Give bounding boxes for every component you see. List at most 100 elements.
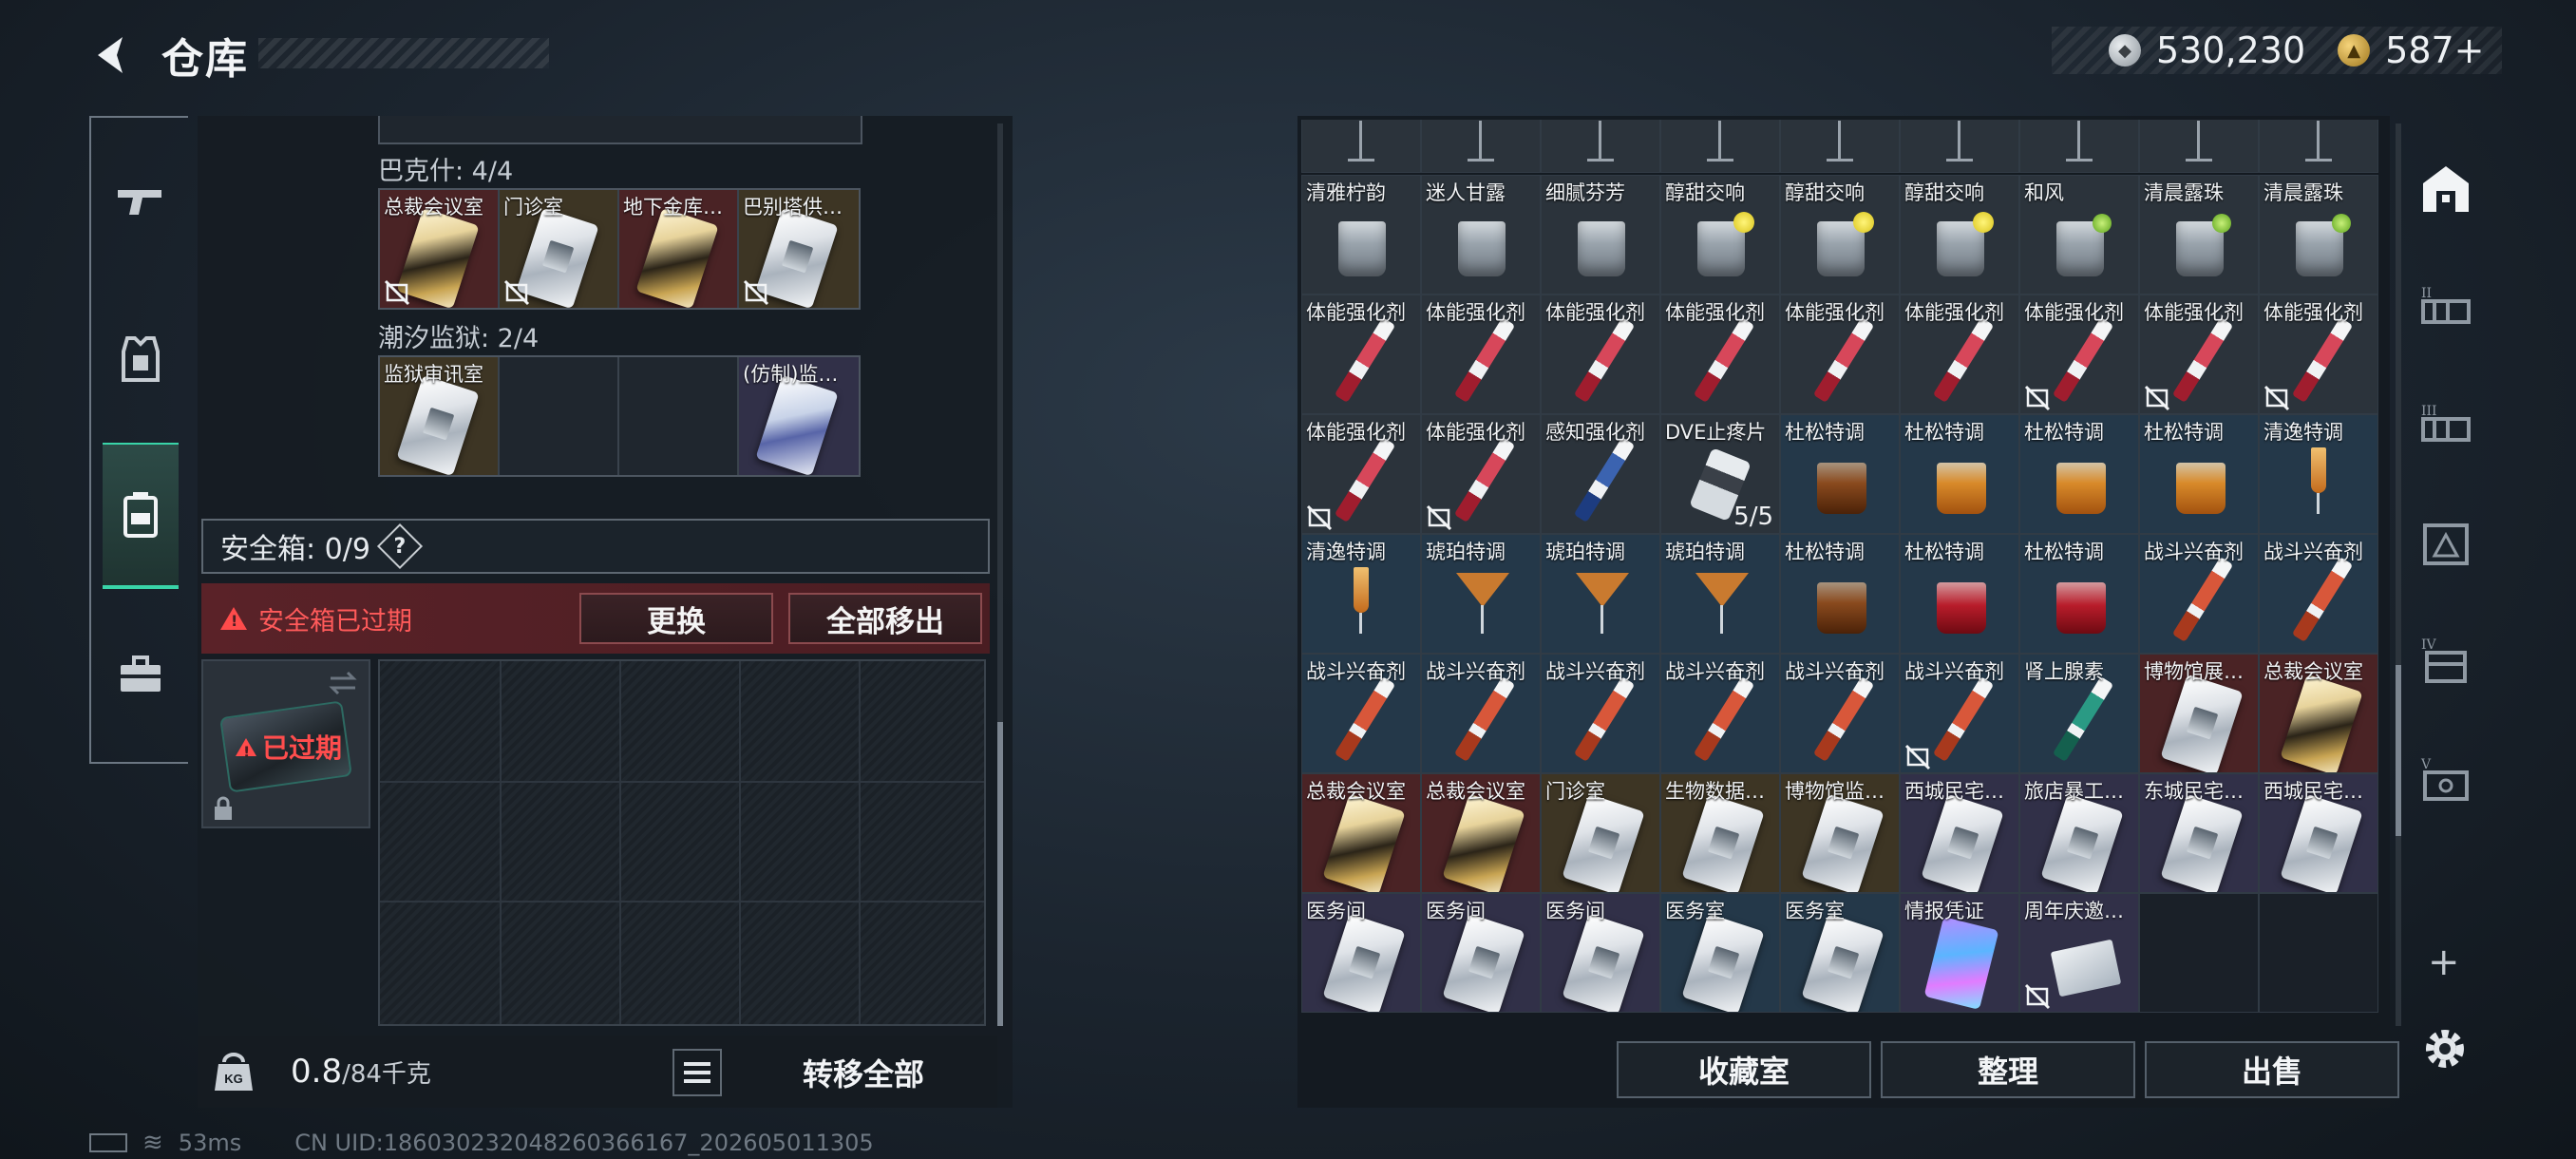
safe-case-slot[interactable]: 已过期 [201, 659, 370, 828]
inventory-item[interactable]: 西城民宅… [2259, 773, 2378, 893]
inventory-item-partial[interactable] [1301, 120, 1421, 173]
inventory-item[interactable]: 琥珀特调 [1660, 534, 1780, 654]
inventory-empty-slot[interactable] [2139, 893, 2259, 1013]
inventory-item[interactable]: 医务间 [1541, 893, 1660, 1013]
transfer-all-button[interactable]: 转移全部 [735, 1045, 992, 1100]
inventory-item-partial[interactable] [1780, 120, 1900, 173]
inventory-item[interactable]: 醇甜交响 [1900, 175, 2019, 294]
inventory-item[interactable]: 清逸特调 [1301, 534, 1421, 654]
inventory-item[interactable]: 博物馆展… [2139, 654, 2259, 773]
settings-button[interactable] [2418, 1022, 2472, 1075]
collection-room-button[interactable]: 收藏室 [1617, 1041, 1871, 1098]
tab-storage-3[interactable]: III [2415, 391, 2477, 454]
inventory-item[interactable]: 情报凭证 [1900, 893, 2019, 1013]
inventory-item[interactable]: 琥珀特调 [1421, 534, 1541, 654]
tab-storage-2[interactable]: II [2415, 274, 2477, 336]
inventory-item[interactable]: 体能强化剂 [1900, 294, 2019, 414]
inventory-item[interactable]: 杜松特调 [1900, 534, 2019, 654]
inventory-item[interactable]: 体能强化剂 [2139, 294, 2259, 414]
inventory-item[interactable]: 总裁会议室 [1301, 773, 1421, 893]
storage-scrollbar[interactable] [2396, 124, 2401, 1026]
inventory-item[interactable]: DVE止疼片 5/5 [1660, 414, 1780, 534]
inventory-item[interactable]: 医务间 [1301, 893, 1421, 1013]
add-storage-button[interactable]: + [2428, 940, 2460, 984]
inventory-item[interactable]: 战斗兴奋剂 [1660, 654, 1780, 773]
inventory-item[interactable]: 杜松特调 [1780, 414, 1900, 534]
inventory-item-partial[interactable] [1900, 120, 2019, 173]
key-slot[interactable]: 监狱审讯室 [380, 357, 500, 475]
inventory-item[interactable]: 杜松特调 [1900, 414, 2019, 534]
inventory-item[interactable]: 东城民宅… [2139, 773, 2259, 893]
tab-storage-4[interactable] [2415, 511, 2477, 574]
inventory-item[interactable]: 医务间 [1421, 893, 1541, 1013]
inventory-item[interactable]: 杜松特调 [1780, 534, 1900, 654]
inventory-item-partial[interactable] [2019, 120, 2139, 173]
inventory-item[interactable]: 战斗兴奋剂 [1301, 654, 1421, 773]
inventory-item[interactable]: 战斗兴奋剂 [1541, 654, 1660, 773]
key-slot[interactable]: 巴别塔供… [739, 190, 859, 308]
inventory-item[interactable]: 和风 [2019, 175, 2139, 294]
inventory-item[interactable]: 体能强化剂 [1660, 294, 1780, 414]
inventory-item[interactable]: 感知强化剂 [1541, 414, 1660, 534]
inventory-item[interactable]: 博物馆监… [1780, 773, 1900, 893]
inventory-item[interactable]: 琥珀特调 [1541, 534, 1660, 654]
safebox-grid[interactable] [378, 659, 986, 1026]
nav-backpack[interactable] [103, 443, 179, 589]
inventory-item[interactable]: 清逸特调 [2259, 414, 2378, 534]
inventory-item[interactable]: 周年庆邀… [2019, 893, 2139, 1013]
inventory-item[interactable]: 旅店暴工… [2019, 773, 2139, 893]
gold-amount[interactable]: 587+ [2385, 29, 2484, 71]
nav-weapons[interactable] [104, 165, 177, 238]
tab-main-storage[interactable] [2415, 158, 2477, 220]
inventory-item[interactable]: 杜松特调 [2019, 534, 2139, 654]
inventory-item[interactable]: 体能强化剂 [2259, 294, 2378, 414]
nav-armor[interactable] [104, 323, 177, 395]
remove-all-button[interactable]: 全部移出 [788, 593, 982, 644]
inventory-item-partial[interactable] [2139, 120, 2259, 173]
inventory-item[interactable]: 体能强化剂 [1301, 414, 1421, 534]
inventory-item[interactable]: 战斗兴奋剂 [2259, 534, 2378, 654]
inventory-item[interactable]: 体能强化剂 [1421, 294, 1541, 414]
key-slot[interactable] [500, 357, 619, 475]
key-slot[interactable]: 总裁会议室 [380, 190, 500, 308]
inventory-item[interactable]: 医务室 [1660, 893, 1780, 1013]
inventory-item[interactable]: 体能强化剂 [1301, 294, 1421, 414]
backpack-scroll-thumb[interactable] [997, 722, 1003, 1026]
storage-scroll-thumb[interactable] [2396, 665, 2401, 836]
inventory-item[interactable]: 战斗兴奋剂 [2139, 534, 2259, 654]
inventory-item[interactable]: 肾上腺素 [2019, 654, 2139, 773]
inventory-item-partial[interactable] [1421, 120, 1541, 173]
inventory-item[interactable]: 醇甜交响 [1660, 175, 1780, 294]
organize-button[interactable]: 整理 [1881, 1041, 2135, 1098]
inventory-item[interactable]: 细腻芬芳 [1541, 175, 1660, 294]
inventory-item[interactable]: 杜松特调 [2019, 414, 2139, 534]
key-slot[interactable] [619, 357, 739, 475]
inventory-empty-slot[interactable] [2259, 893, 2378, 1013]
inventory-item[interactable]: 体能强化剂 [2019, 294, 2139, 414]
inventory-item[interactable]: 清晨露珠 [2259, 175, 2378, 294]
inventory-item[interactable]: 体能强化剂 [1541, 294, 1660, 414]
inventory-item-partial[interactable] [1541, 120, 1660, 173]
tab-storage-4b[interactable]: IV [2415, 629, 2477, 692]
inventory-item[interactable]: 总裁会议室 [2259, 654, 2378, 773]
inventory-item[interactable]: 医务室 [1780, 893, 1900, 1013]
inventory-item[interactable]: 清晨露珠 [2139, 175, 2259, 294]
key-slot[interactable]: 门诊室 [500, 190, 619, 308]
inventory-item[interactable]: 战斗兴奋剂 [1900, 654, 2019, 773]
help-icon[interactable]: ? [376, 522, 423, 570]
tab-storage-5[interactable]: V [2415, 749, 2477, 811]
replace-button[interactable]: 更换 [579, 593, 773, 644]
inventory-item[interactable]: 战斗兴奋剂 [1780, 654, 1900, 773]
inventory-item-partial[interactable] [1660, 120, 1780, 173]
inventory-item[interactable]: 清雅柠韵 [1301, 175, 1421, 294]
key-slot[interactable]: 地下金库… [619, 190, 739, 308]
key-slot[interactable]: (仿制)监… [739, 357, 859, 475]
inventory-item[interactable]: 西城民宅… [1900, 773, 2019, 893]
inventory-item[interactable]: 战斗兴奋剂 [1421, 654, 1541, 773]
list-view-button[interactable] [672, 1049, 722, 1096]
inventory-item[interactable]: 迷人甘露 [1421, 175, 1541, 294]
sell-button[interactable]: 出售 [2145, 1041, 2399, 1098]
inventory-item[interactable]: 门诊室 [1541, 773, 1660, 893]
nav-case[interactable] [104, 638, 177, 711]
inventory-item-partial[interactable] [2259, 120, 2378, 173]
